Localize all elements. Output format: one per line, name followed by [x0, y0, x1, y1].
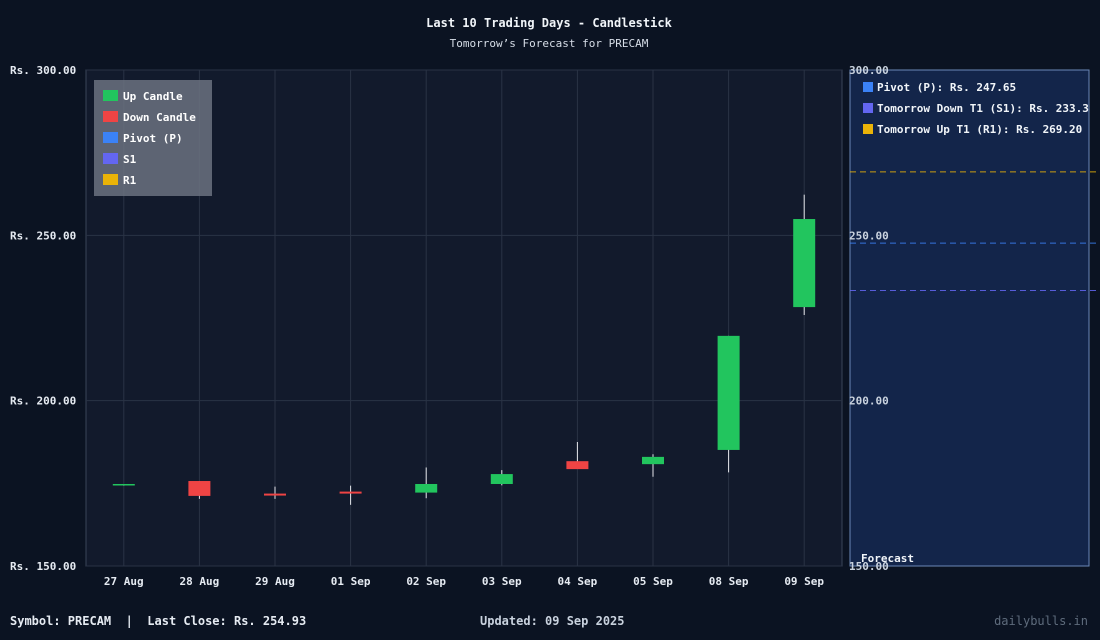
- legend-swatch: [103, 153, 118, 164]
- up-candle: [717, 335, 740, 450]
- x-tick-label: 04 Sep: [558, 575, 598, 588]
- up-candle: [642, 456, 664, 465]
- forecast-legend-swatch: [863, 82, 873, 92]
- x-tick-label: 29 Aug: [255, 575, 295, 588]
- y-tick-label: Rs. 150.00: [10, 560, 76, 573]
- x-tick-label: 05 Sep: [633, 575, 673, 588]
- down-candle: [188, 481, 211, 496]
- legend-label: Up Candle: [123, 90, 183, 103]
- forecast-legend-swatch: [863, 103, 873, 113]
- down-candle: [566, 461, 589, 470]
- chart-subtitle: Tomorrow’s Forecast for PRECAM: [450, 37, 649, 50]
- up-candle: [490, 474, 513, 484]
- x-tick-label: 02 Sep: [406, 575, 446, 588]
- right-tick-label: 200.00: [849, 395, 889, 408]
- y-tick-label: Rs. 250.00: [10, 229, 76, 242]
- footer-symbol: Symbol: PRECAM | Last Close: Rs. 254.93: [10, 614, 307, 628]
- up-candle: [112, 483, 135, 486]
- down-candle: [264, 493, 286, 496]
- legend-swatch: [103, 174, 118, 185]
- y-tick-label: Rs. 200.00: [10, 395, 76, 408]
- forecast-legend-label: Pivot (P): Rs. 247.65: [877, 81, 1016, 94]
- down-candle: [339, 491, 362, 494]
- forecast-legend-label: Tomorrow Up T1 (R1): Rs. 269.20: [877, 123, 1082, 136]
- legend-swatch: [103, 111, 118, 122]
- legend-label: S1: [123, 153, 137, 166]
- forecast-label: Forecast: [861, 552, 914, 565]
- y-tick-label: Rs. 300.00: [10, 64, 76, 77]
- right-tick-label: 300.00: [849, 64, 889, 77]
- x-tick-label: 01 Sep: [331, 575, 371, 588]
- right-tick-label: 250.00: [849, 229, 889, 242]
- legend-label: Down Candle: [123, 111, 196, 124]
- legend-swatch: [103, 132, 118, 143]
- x-tick-label: 28 Aug: [180, 575, 220, 588]
- x-tick-label: 27 Aug: [104, 575, 144, 588]
- forecast-panel: [849, 69, 1090, 567]
- forecast-legend-label: Tomorrow Down T1 (S1): Rs. 233.3: [877, 102, 1089, 115]
- legend-label: Pivot (P): [123, 132, 183, 145]
- up-candle: [793, 219, 816, 308]
- chart-title: Last 10 Trading Days - Candlestick: [426, 16, 672, 30]
- x-tick-label: 08 Sep: [709, 575, 749, 588]
- footer-brand: dailybulls.in: [994, 614, 1088, 628]
- legend-label: R1: [123, 174, 137, 187]
- footer-updated: Updated: 09 Sep 2025: [480, 614, 625, 628]
- x-tick-label: 03 Sep: [482, 575, 522, 588]
- candlestick-chart: Last 10 Trading Days - Candlestick Tomor…: [10, 16, 1100, 588]
- forecast-legend-swatch: [863, 124, 873, 134]
- up-candle: [415, 483, 438, 493]
- legend-swatch: [103, 90, 118, 101]
- x-tick-label: 09 Sep: [784, 575, 824, 588]
